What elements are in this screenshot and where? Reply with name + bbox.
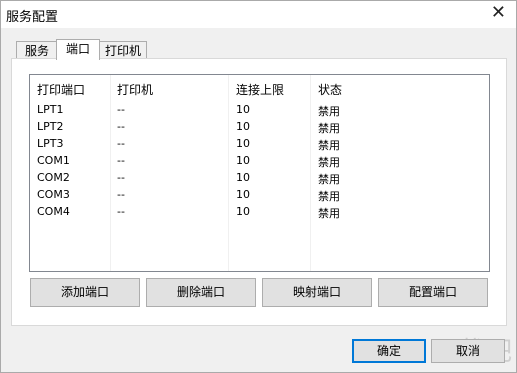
- cancel-button[interactable]: 取消: [431, 339, 505, 363]
- port-cell: COM3: [37, 188, 70, 201]
- table-row[interactable]: COM2 -- 10 禁用: [30, 170, 489, 187]
- title-bar: 服务配置 ✕: [1, 1, 516, 28]
- column-header-status[interactable]: 状态: [318, 81, 342, 98]
- add-port-button[interactable]: 添加端口: [30, 278, 140, 307]
- table-row[interactable]: COM1 -- 10 禁用: [30, 153, 489, 170]
- table-row[interactable]: COM4 -- 10 禁用: [30, 204, 489, 221]
- limit-cell: 10: [236, 205, 250, 218]
- table-row[interactable]: LPT3 -- 10 禁用: [30, 136, 489, 153]
- limit-cell: 10: [236, 120, 250, 133]
- column-header-limit[interactable]: 连接上限: [236, 81, 284, 98]
- ok-button[interactable]: 确定: [352, 339, 426, 363]
- limit-cell: 10: [236, 188, 250, 201]
- column-header-printer[interactable]: 打印机: [117, 81, 153, 98]
- status-cell: 禁用: [318, 173, 340, 186]
- printer-cell: --: [117, 154, 125, 167]
- port-cell: LPT3: [37, 137, 64, 150]
- delete-port-button[interactable]: 删除端口: [146, 278, 256, 307]
- port-cell: COM4: [37, 205, 70, 218]
- status-cell: 禁用: [318, 105, 340, 118]
- printer-cell: --: [117, 205, 125, 218]
- table-row[interactable]: LPT2 -- 10 禁用: [30, 119, 489, 136]
- limit-cell: 10: [236, 103, 250, 116]
- limit-cell: 10: [236, 171, 250, 184]
- printer-cell: --: [117, 171, 125, 184]
- status-cell: 禁用: [318, 156, 340, 169]
- status-cell: 禁用: [318, 207, 340, 220]
- port-cell: COM1: [37, 154, 70, 167]
- port-cell: LPT1: [37, 103, 64, 116]
- close-icon[interactable]: ✕: [491, 3, 506, 23]
- printer-cell: --: [117, 137, 125, 150]
- window-title: 服务配置: [6, 10, 59, 25]
- table-row[interactable]: COM3 -- 10 禁用: [30, 187, 489, 204]
- status-cell: 禁用: [318, 122, 340, 135]
- printer-cell: --: [117, 120, 125, 133]
- table-row[interactable]: LPT1 -- 10 禁用: [30, 102, 489, 119]
- port-cell: COM2: [37, 171, 70, 184]
- status-cell: 禁用: [318, 190, 340, 203]
- limit-cell: 10: [236, 154, 250, 167]
- printer-cell: --: [117, 103, 125, 116]
- column-header-port[interactable]: 打印端口: [37, 81, 85, 98]
- port-cell: LPT2: [37, 120, 64, 133]
- port-list[interactable]: 打印端口 打印机 连接上限 状态 LPT1 -- 10 禁用 LPT2 -- 1…: [29, 74, 490, 272]
- map-port-button[interactable]: 映射端口: [262, 278, 372, 307]
- service-config-dialog: 服务配置 ✕ 服务 端口 打印机 打印端口 打印机 连接上限 状态 LPT1 -…: [0, 0, 517, 373]
- tab-port[interactable]: 端口: [56, 39, 100, 60]
- configure-port-button[interactable]: 配置端口: [378, 278, 488, 307]
- limit-cell: 10: [236, 137, 250, 150]
- printer-cell: --: [117, 188, 125, 201]
- status-cell: 禁用: [318, 139, 340, 152]
